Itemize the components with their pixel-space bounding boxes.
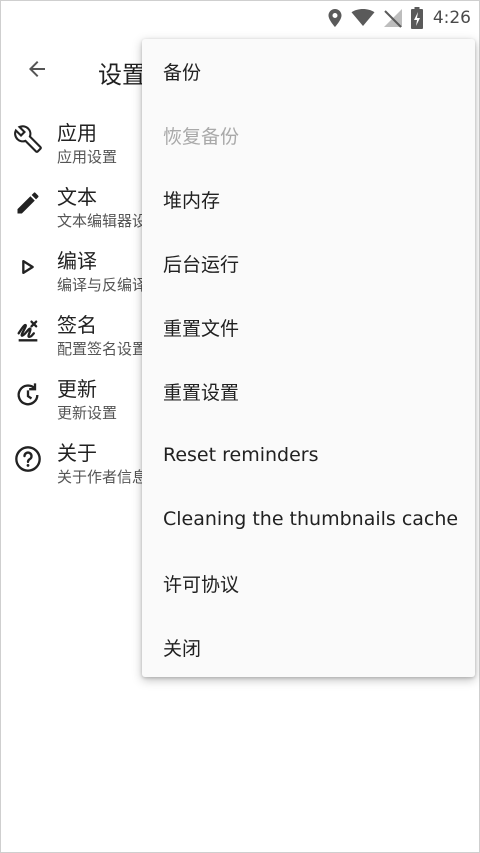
back-button[interactable]: [21, 55, 53, 87]
menu-item-clean-thumbnails-cache[interactable]: Cleaning the thumbnails cache: [142, 487, 475, 551]
menu-item-reset-settings[interactable]: 重置设置: [142, 359, 475, 423]
overflow-menu: 备份 恢复备份 堆内存 后台运行 重置文件 重置设置 Reset reminde…: [142, 39, 475, 677]
status-bar: 4:26: [1, 1, 480, 35]
settings-item-subtitle: 关于作者信息: [57, 468, 148, 486]
signature-icon: [14, 317, 42, 345]
menu-item-reset-reminders[interactable]: Reset reminders: [142, 423, 475, 487]
battery-charging-icon: [410, 7, 423, 29]
menu-item-restore-backup: 恢复备份: [163, 125, 240, 148]
pencil-icon: [14, 189, 42, 217]
settings-item-title: 关于: [57, 441, 97, 465]
wifi-icon: [351, 9, 375, 27]
settings-item-subtitle: 配置签名设置: [57, 340, 148, 358]
settings-item-subtitle: 应用设置: [57, 148, 118, 166]
menu-item-close[interactable]: 关闭: [142, 615, 475, 679]
settings-item-title: 文本: [57, 185, 97, 209]
settings-item-title: 更新: [57, 377, 97, 401]
menu-item-backup[interactable]: 备份: [142, 39, 475, 103]
settings-item-title: 应用: [57, 121, 97, 145]
help-icon: [14, 445, 42, 473]
menu-item-license[interactable]: 许可协议: [142, 551, 475, 615]
menu-item-reset-files[interactable]: 重置文件: [142, 295, 475, 359]
status-time: 4:26: [432, 8, 471, 28]
play-icon: [14, 253, 42, 281]
menu-item-run-in-background[interactable]: 后台运行: [142, 231, 475, 295]
no-signal-icon: [383, 8, 403, 28]
settings-item-subtitle: 编译与反编译: [57, 276, 148, 294]
menu-item-heap-memory[interactable]: 堆内存: [142, 167, 475, 231]
app-window: 4:26 设置 应用 应用设置 文本 文本编辑器设置 编译 编译与反编译 签名 …: [0, 0, 480, 853]
settings-item-title: 签名: [57, 313, 97, 337]
arrow-back-icon: [25, 57, 49, 85]
settings-item-title: 编译: [57, 249, 97, 273]
update-icon: [14, 381, 42, 409]
wrench-icon: [14, 125, 42, 153]
location-icon: [327, 8, 343, 28]
settings-item-subtitle: 更新设置: [57, 404, 118, 422]
page-title: 设置: [98, 61, 146, 89]
